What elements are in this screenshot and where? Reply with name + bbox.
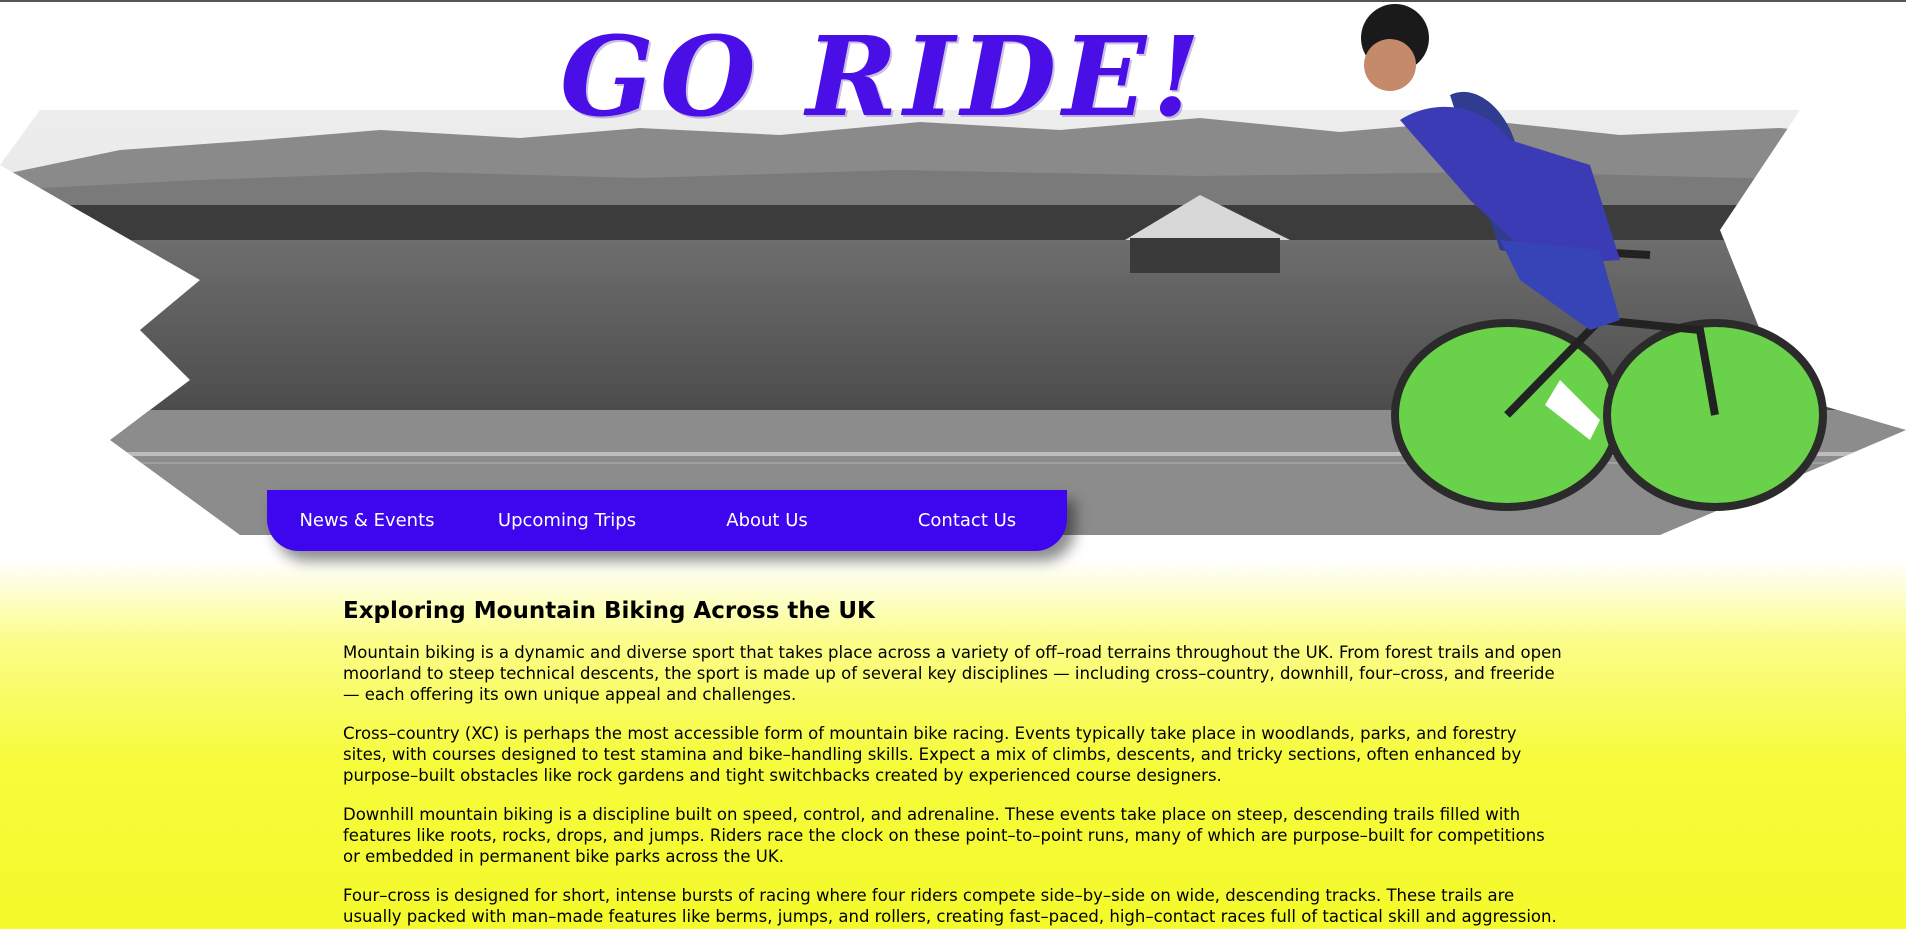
site-logo[interactable]: GO RIDE! <box>560 22 1206 132</box>
article-title: Exploring Mountain Biking Across the UK <box>343 598 875 624</box>
nav-item-upcoming-trips[interactable]: Upcoming Trips <box>467 510 667 531</box>
article-paragraph-cross-country: Cross–country (XC) is perhaps the most a… <box>343 724 1522 785</box>
article-paragraph-four-cross: Four–cross is designed for short, intens… <box>343 886 1557 926</box>
article-content: Exploring Mountain Biking Across the UK … <box>343 598 1563 945</box>
article-paragraph-intro: Mountain biking is a dynamic and diverse… <box>343 643 1562 704</box>
nav-item-about-us[interactable]: About Us <box>667 510 867 531</box>
article-paragraph-downhill: Downhill mountain biking is a discipline… <box>343 805 1545 866</box>
nav-item-contact-us[interactable]: Contact Us <box>867 510 1067 531</box>
main-navigation: News & Events Upcoming Trips About Us Co… <box>267 490 1067 551</box>
nav-item-news-events[interactable]: News & Events <box>267 510 467 531</box>
